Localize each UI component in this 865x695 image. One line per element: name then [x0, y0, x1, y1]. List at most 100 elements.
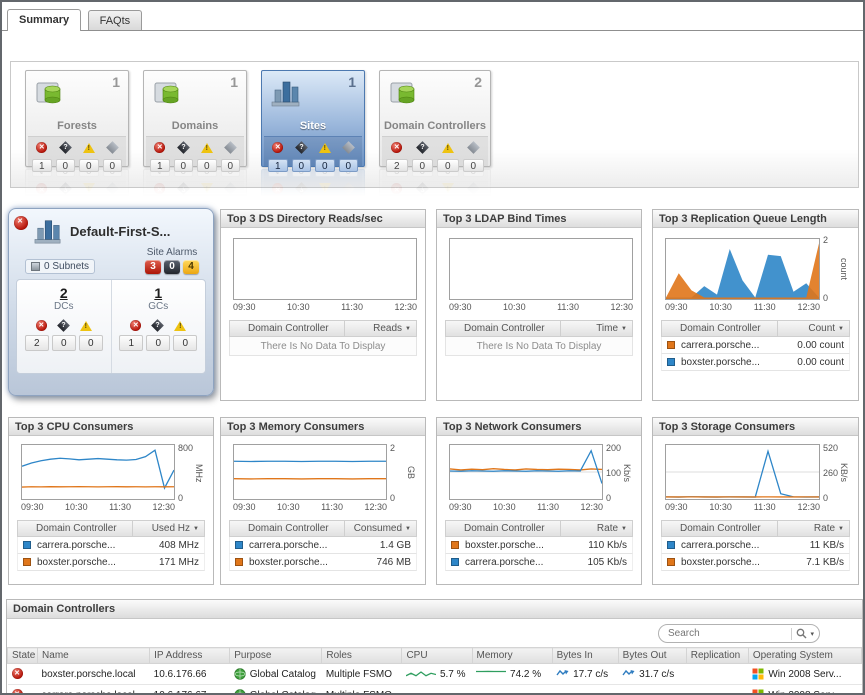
column-reads-sort[interactable]: Reads	[344, 321, 416, 336]
top3-table: Domain Controller Count carrera.porsche.…	[661, 320, 850, 371]
dc-value: 0.00 count	[777, 357, 849, 368]
table-row[interactable]: boxster.porsche... 746 MB	[229, 554, 417, 571]
warning-alarm-badge[interactable]: 4	[183, 260, 199, 274]
x-tick: 11:30	[557, 302, 579, 312]
column-rate-sort[interactable]: Rate	[560, 521, 632, 536]
panel-replication-queue-length: Top 3 Replication Queue Length 2 0 count…	[652, 209, 859, 401]
col-bytes-in[interactable]: Bytes In	[552, 648, 618, 664]
chart-plot-area	[233, 444, 387, 500]
table-row[interactable]: carrera.porsche... 408 MHz	[17, 537, 205, 554]
dc-bytes-out	[618, 685, 686, 695]
warning-count: 0	[437, 159, 459, 172]
tile-count: 2	[474, 74, 482, 90]
tile-domain-controllers[interactable]: 2 Domain Controllers 2 0 0 0	[379, 70, 491, 167]
y-axis-labels: 200 100 0 Kb/s	[603, 446, 633, 500]
panel-cpu-consumers: Top 3 CPU Consumers 800 0 MHz 09:3010:30…	[8, 417, 214, 585]
panel-memory-consumers: Top 3 Memory Consumers 2 0 GB 09:3010:30…	[220, 417, 426, 585]
y-min: 0	[823, 493, 828, 503]
dc-row-boxster[interactable]: boxster.porsche.local 10.6.176.66 Global…	[8, 664, 862, 685]
critical-count: 0	[52, 335, 76, 351]
column-used-hz-sort[interactable]: Used Hz	[132, 521, 204, 536]
x-tick: 09:30	[21, 502, 44, 512]
top3-table: Domain Controller Used Hz carrera.porsch…	[17, 520, 205, 571]
critical-count: 0	[412, 159, 434, 172]
table-row[interactable]: boxster.porsche... 110 Kb/s	[445, 537, 633, 554]
table-row[interactable]: boxster.porsche... 7.1 KB/s	[661, 554, 850, 571]
critical-alarm-badge[interactable]: 0	[164, 260, 180, 274]
col-memory[interactable]: Memory	[472, 648, 552, 664]
tile-forests[interactable]: 1 Forests 1 0 0 0	[25, 70, 129, 167]
search-box[interactable]: ▾	[658, 624, 820, 643]
dc-name: boxster.porsche...	[465, 540, 560, 551]
col-name[interactable]: Name	[38, 648, 150, 664]
subnets-badge[interactable]: 0 Subnets	[25, 259, 95, 274]
column-domain-controller[interactable]: Domain Controller	[662, 521, 777, 536]
warning-count: 0	[79, 335, 103, 351]
column-domain-controller[interactable]: Domain Controller	[446, 321, 560, 336]
col-operating-system[interactable]: Operating System	[748, 648, 861, 664]
column-rate-sort[interactable]: Rate	[777, 521, 849, 536]
warning-icon	[80, 321, 92, 331]
col-cpu[interactable]: CPU	[402, 648, 472, 664]
y-axis-labels: 520 260 0 KB/s	[820, 446, 850, 500]
x-axis-labels: 09:3010:30 11:3012:30	[233, 302, 417, 312]
table-row[interactable]: boxster.porsche... 0.00 count	[661, 354, 850, 371]
fatal-alarm-badge[interactable]: 3	[145, 260, 161, 274]
windows-icon	[752, 668, 764, 680]
tile-domains[interactable]: 1 Domains 1 0 0 0	[143, 70, 247, 167]
x-tick: 10:30	[709, 502, 732, 512]
table-row[interactable]: carrera.porsche... 1.4 GB	[229, 537, 417, 554]
table-row[interactable]: boxster.porsche... 171 MHz	[17, 554, 205, 571]
table-row[interactable]: carrera.porsche... 11 KB/s	[661, 537, 850, 554]
search-icon[interactable]	[796, 628, 807, 639]
site-card-default-first-site[interactable]: Default-First-S... 0 Subnets Site Alarms…	[8, 208, 214, 396]
column-domain-controller[interactable]: Domain Controller	[230, 321, 344, 336]
column-domain-controller[interactable]: Domain Controller	[662, 321, 777, 336]
tile-label: Sites	[262, 119, 364, 136]
col-state[interactable]: State	[8, 648, 38, 664]
y-axis-labels: 2 0 count	[820, 238, 850, 300]
col-bytes-out[interactable]: Bytes Out	[618, 648, 686, 664]
warning-count: 0	[79, 159, 99, 172]
x-axis-labels: 09:3010:30 11:3012:30	[233, 502, 387, 512]
tile-count: 1	[348, 74, 356, 90]
column-time-sort[interactable]: Time	[560, 321, 632, 336]
x-tick: 12:30	[394, 302, 417, 312]
column-domain-controller[interactable]: Domain Controller	[230, 521, 344, 536]
tab-faqts[interactable]: FAQts	[88, 10, 143, 30]
critical-count: 0	[146, 335, 170, 351]
col-roles[interactable]: Roles	[322, 648, 402, 664]
gcs-count-link[interactable]: 1	[112, 285, 206, 301]
subnet-icon	[31, 262, 40, 271]
column-count-sort[interactable]: Count	[777, 321, 849, 336]
critical-icon	[151, 319, 164, 332]
col-purpose[interactable]: Purpose	[230, 648, 322, 664]
col-replication[interactable]: Replication	[686, 648, 748, 664]
dc-row-carrera[interactable]: carrera.porsche.local 10.6.176.67 Global…	[8, 685, 862, 695]
tile-sites[interactable]: 1 Sites 1 0 0 0	[261, 70, 365, 167]
tile-label: Domain Controllers	[380, 119, 490, 136]
y-max: 2	[390, 443, 395, 453]
panel-title: Top 3 DS Directory Reads/sec	[221, 210, 425, 228]
site-alarms-label: Site Alarms	[145, 247, 199, 258]
dcs-group: 2 DCs 2 0 0	[17, 280, 111, 373]
critical-icon	[57, 319, 70, 332]
dc-purpose: Global Catalog	[250, 690, 316, 695]
table-row[interactable]: carrera.porsche... 0.00 count	[661, 337, 850, 354]
fatal-icon	[36, 320, 47, 331]
y-unit: KB/s	[839, 446, 849, 500]
table-row[interactable]: carrera.porsche... 105 Kb/s	[445, 554, 633, 571]
column-domain-controller[interactable]: Domain Controller	[446, 521, 560, 536]
cpu-sparkline	[406, 668, 436, 681]
dc-os: Win 2008 Serv...	[768, 669, 841, 680]
search-input[interactable]	[668, 628, 787, 639]
tab-summary[interactable]: Summary	[7, 9, 81, 31]
warning-icon	[319, 143, 331, 153]
x-tick: 12:30	[797, 502, 820, 512]
column-consumed-sort[interactable]: Consumed	[344, 521, 416, 536]
dcs-count-link[interactable]: 2	[17, 285, 111, 301]
col-ip-address[interactable]: IP Address	[150, 648, 230, 664]
search-options-arrow-icon[interactable]: ▾	[810, 630, 814, 638]
fatal-count: 1	[268, 159, 288, 172]
column-domain-controller[interactable]: Domain Controller	[18, 521, 132, 536]
